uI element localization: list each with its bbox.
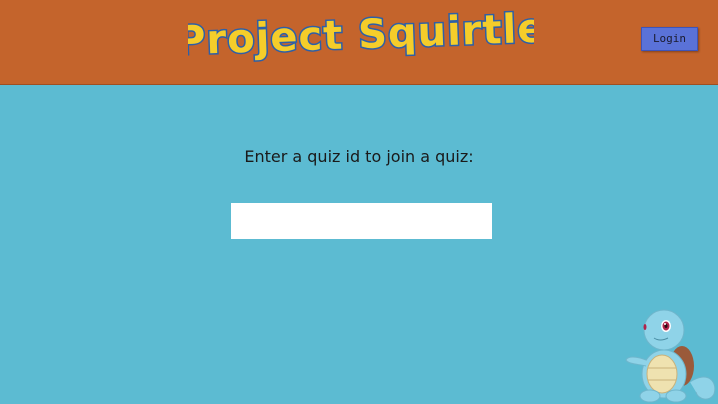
logo-text: Project Squirtle [188, 6, 534, 65]
site-header: Project Squirtle Login [0, 0, 718, 85]
quiz-id-input[interactable] [231, 203, 492, 239]
project-squirtle-logo[interactable]: Project Squirtle [188, 2, 534, 68]
join-quiz-prompt: Enter a quiz id to join a quiz: [244, 147, 474, 166]
login-button[interactable]: Login [641, 27, 698, 51]
squirtle-mascot-icon [625, 309, 716, 403]
